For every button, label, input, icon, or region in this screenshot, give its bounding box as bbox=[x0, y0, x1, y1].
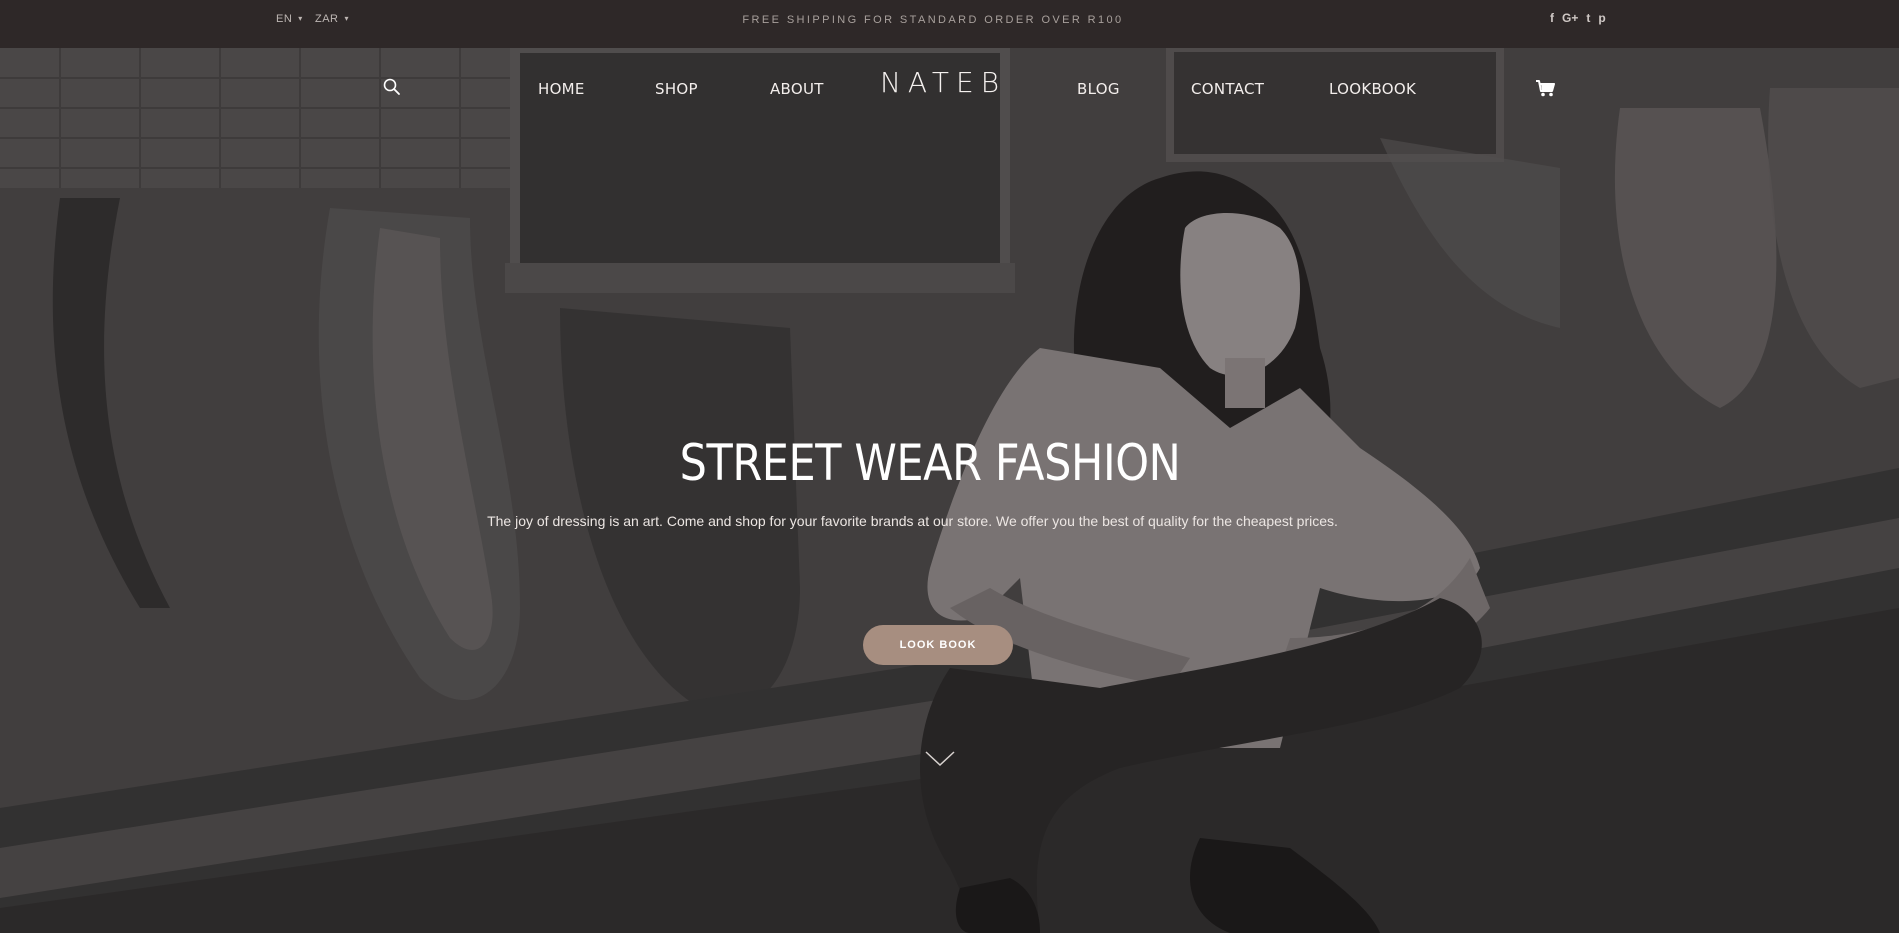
google-plus-icon[interactable]: G+ bbox=[1562, 11, 1578, 25]
social-links: f G+ t p bbox=[1550, 11, 1606, 25]
top-bar: EN ▾ ZAR ▾ FREE SHIPPING FOR STANDARD ORDE… bbox=[0, 0, 1899, 48]
site-logo[interactable]: NATEB bbox=[0, 66, 1886, 99]
chevron-down-icon[interactable] bbox=[925, 751, 955, 767]
facebook-icon[interactable]: f bbox=[1550, 11, 1554, 25]
hero-subtitle: The joy of dressing is an art. Come and … bbox=[487, 513, 1338, 529]
hero-title: STREET WEAR FASHION bbox=[679, 433, 1181, 492]
twitter-icon[interactable]: t bbox=[1586, 11, 1590, 25]
pinterest-icon[interactable]: p bbox=[1598, 11, 1605, 25]
cart-icon[interactable] bbox=[1536, 80, 1555, 97]
look-book-button[interactable]: LOOK BOOK bbox=[863, 625, 1013, 665]
